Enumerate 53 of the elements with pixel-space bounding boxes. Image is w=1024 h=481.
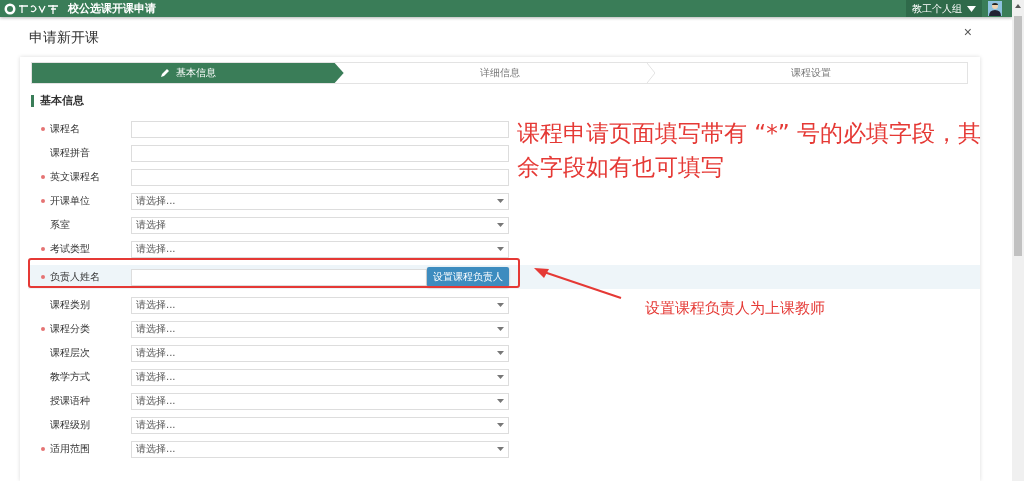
dialog-title: 申请新开课 — [29, 29, 99, 47]
field-label: 系室 — [50, 218, 70, 232]
input-field[interactable] — [131, 120, 509, 138]
user-menu[interactable]: 教工个人组 — [906, 0, 982, 17]
select-field[interactable]: 请选择... — [131, 416, 509, 434]
select-field[interactable]: 请选择... — [131, 368, 509, 386]
scrollbar[interactable] — [1012, 0, 1024, 481]
scrollbar-thumb[interactable] — [1014, 16, 1022, 256]
user-avatar-icon[interactable] — [988, 1, 1002, 16]
select-field[interactable]: 请选择... — [131, 240, 509, 258]
caret-icon — [497, 303, 504, 307]
caret-icon — [497, 199, 504, 203]
field-label: 授课语种 — [50, 394, 90, 408]
caret-icon — [967, 5, 976, 12]
caret-icon — [497, 423, 504, 427]
select-field[interactable]: 请选择... — [131, 392, 509, 410]
field-label: 适用范围 — [50, 442, 90, 456]
select-field[interactable]: 请选择... — [131, 296, 509, 314]
app-title: 校公选课开课申请 — [68, 1, 156, 16]
field-label: 课程级别 — [50, 418, 90, 432]
field-label: 课程拼音 — [50, 146, 90, 160]
annotation-text: 课程申请页面填写带有 “*” 号的必填字段，其余字段如有也可填写 — [517, 119, 982, 182]
caret-icon — [497, 375, 504, 379]
input-field[interactable] — [131, 144, 509, 162]
field-label: 教学方式 — [50, 370, 90, 384]
select-field[interactable]: 请选择... — [131, 192, 509, 210]
caret-icon — [497, 223, 504, 227]
field-label: 英文课程名 — [50, 170, 100, 184]
scroll-up-icon[interactable] — [1015, 4, 1021, 8]
field-label: 考试类型 — [50, 242, 90, 256]
field-label: 课程类别 — [50, 298, 90, 312]
pencil-icon — [159, 68, 170, 78]
select-field[interactable]: 请选择... — [131, 344, 509, 362]
input-field[interactable] — [131, 168, 509, 186]
select-field[interactable]: 请选择... — [131, 320, 509, 338]
field-label: 课程层次 — [50, 346, 90, 360]
caret-icon — [497, 399, 504, 403]
caret-icon — [497, 351, 504, 355]
caret-icon — [497, 247, 504, 251]
caret-icon — [497, 327, 504, 331]
select-field[interactable]: 请选择... — [131, 440, 509, 458]
step-tab[interactable]: 基本信息 — [32, 63, 344, 83]
caret-icon — [497, 447, 504, 451]
field-label: 课程分类 — [50, 322, 90, 336]
input-field[interactable] — [131, 268, 427, 286]
field-label: 课程名 — [50, 122, 80, 136]
section-title: 基本信息 — [31, 95, 84, 107]
close-button[interactable]: × — [963, 24, 972, 40]
select-field[interactable]: 请选择 — [131, 216, 509, 234]
field-label: 开课单位 — [50, 194, 90, 208]
field-label: 负责人姓名 — [50, 270, 100, 284]
set-owner-button[interactable]: 设置课程负责人 — [427, 267, 509, 287]
annotation-text: 设置课程负责人为上课教师 — [645, 299, 825, 318]
